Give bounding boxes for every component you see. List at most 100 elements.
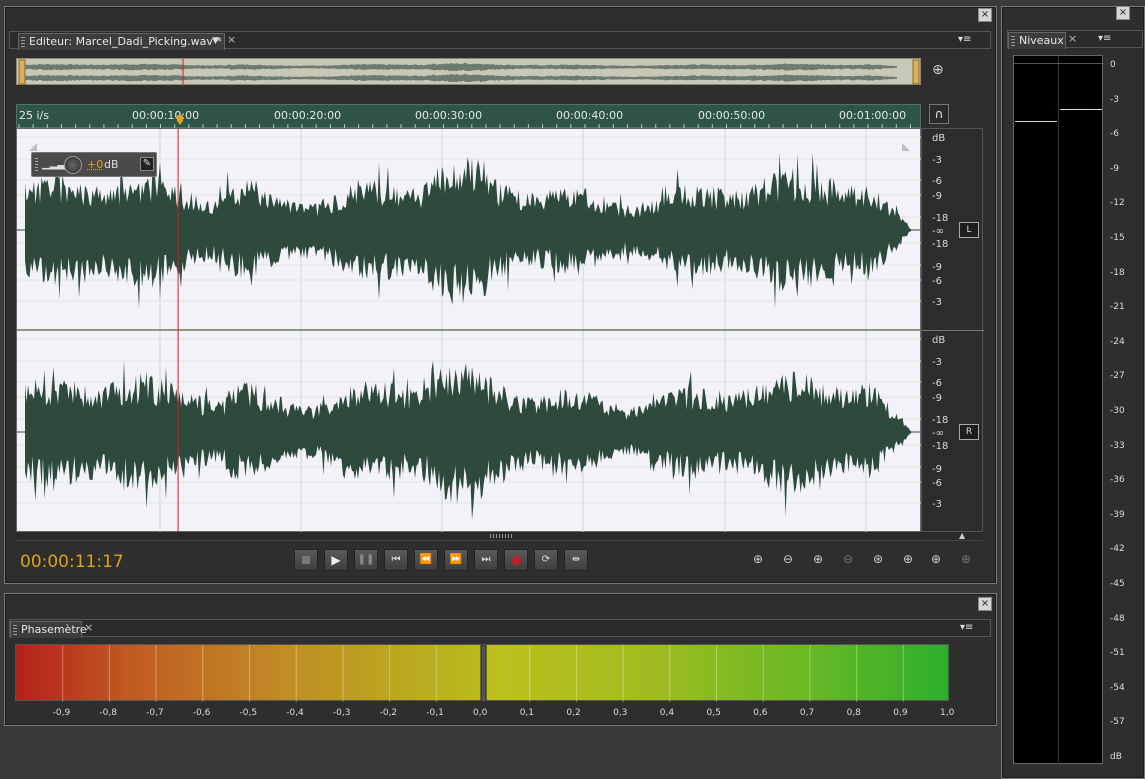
playhead-marker-icon[interactable] — [177, 115, 183, 125]
phase-tick-label: 0,9 — [893, 708, 908, 718]
zoom-out-amplitude-button[interactable]: ⊖ — [776, 552, 800, 570]
levels-tick-label: -15 — [1110, 233, 1125, 243]
db-tick-label: -18 — [932, 213, 949, 224]
peak-hold-left — [1015, 120, 1057, 122]
db-tick-label: -6 — [932, 478, 942, 489]
tab-grip-icon[interactable] — [13, 625, 17, 635]
phase-tick-label: -0,4 — [286, 708, 304, 718]
db-tick-label: -3 — [932, 297, 942, 308]
loop-button[interactable]: ⟳ — [534, 549, 558, 571]
phasemeter-tab-bar: Phasemètre × ▾≡ — [9, 619, 991, 638]
waveform-left-channel — [25, 152, 912, 309]
peak-hold-right — [1060, 109, 1102, 111]
channel-scale-divider — [922, 330, 984, 331]
fade-in-handle-icon[interactable] — [29, 143, 37, 151]
hud-volume-control[interactable]: ▁▂▃ +0 dB ✎ — [31, 152, 157, 177]
zoom-in-right-button[interactable]: ⊕ — [924, 552, 948, 570]
zoom-in-time-icon: ⊕ — [812, 552, 824, 566]
levels-top-line — [1014, 63, 1104, 64]
levels-meter — [1013, 55, 1104, 765]
levels-tick-label: -54 — [1110, 682, 1125, 693]
loop-icon: ⟳ — [541, 554, 551, 565]
stop-button[interactable] — [294, 549, 318, 571]
db-tick-label: -∞ — [932, 428, 944, 439]
rewind-icon: ⏪ — [419, 554, 433, 565]
db-tick-label: -18 — [932, 239, 949, 250]
scroll-grip-icon[interactable] — [490, 534, 512, 538]
fast-forward-icon: ⏩ — [449, 554, 463, 565]
levels-tick-label: -3 — [1110, 94, 1119, 105]
current-time-display[interactable]: 00:00:11:17 — [20, 552, 124, 572]
rewind-button[interactable]: ⏪ — [414, 549, 438, 571]
editor-tab-close-icon[interactable]: × — [227, 33, 236, 46]
phase-tick-label: 0,0 — [473, 708, 488, 718]
levels-tab-close-icon[interactable]: × — [1068, 32, 1077, 45]
db-tick-label: -9 — [932, 393, 942, 404]
levels-tab[interactable]: Niveaux — [1008, 32, 1066, 49]
play-button[interactable]: ▶ — [324, 549, 348, 571]
editor-panel-menu-icon[interactable]: ▾≡ — [958, 34, 971, 45]
zoom-navigator-icon[interactable]: ⊕ — [932, 62, 952, 82]
horizontal-scrollbar[interactable]: ▲ — [16, 531, 983, 541]
channel-left-toggle[interactable]: L — [959, 222, 979, 238]
scroll-up-icon[interactable]: ▲ — [959, 531, 965, 540]
overview-wave-shape — [25, 62, 897, 83]
db-tick-label: -18 — [932, 415, 949, 426]
phasemeter-tab[interactable]: Phasemètre — [10, 621, 87, 638]
overview-navigator[interactable] — [16, 58, 921, 86]
zoom-out-amplitude-icon: ⊖ — [782, 552, 794, 566]
go-to-start-button[interactable]: ⏮ — [384, 549, 408, 571]
volume-value[interactable]: +0 — [87, 158, 103, 171]
monitor-headphones-icon[interactable]: ∩ — [929, 104, 949, 124]
levels-tick-label: -30 — [1110, 406, 1125, 416]
levels-tick-label: -45 — [1110, 579, 1125, 589]
phasemeter-close-icon[interactable]: × — [978, 597, 992, 611]
hud-grip-icon[interactable] — [35, 158, 38, 172]
overview-left-handle[interactable] — [18, 59, 26, 85]
phasemeter-grid — [62, 645, 904, 702]
editor-tab[interactable]: Editeur: Marcel_Dadi_Picking.wav * ▼ — [18, 33, 225, 50]
phase-tick-label: -0,6 — [192, 708, 211, 718]
skip-selection-button[interactable]: ⇹ — [564, 549, 588, 571]
zoom-full-button[interactable]: ⊛ — [866, 552, 890, 570]
zoom-in-amplitude-icon: ⊕ — [752, 552, 764, 566]
zoom-in-left-button[interactable]: ⊕ — [896, 552, 920, 570]
overview-waveform — [18, 59, 920, 86]
levels-tick-label: -36 — [1110, 475, 1125, 486]
editor-file-dropdown-icon[interactable]: ▼ — [212, 34, 219, 49]
hud-pin-icon[interactable]: ✎ — [140, 157, 154, 171]
phasemeter-tab-close-icon[interactable]: × — [84, 621, 93, 634]
record-button[interactable] — [504, 549, 528, 571]
zoom-in-amplitude-button[interactable]: ⊕ — [746, 552, 770, 570]
go-to-start-icon: ⏮ — [391, 554, 401, 565]
waveform-canvas[interactable] — [16, 128, 922, 533]
phase-tick-label: 1,0 — [940, 708, 955, 718]
levels-tick-label: -18 — [1110, 267, 1125, 278]
editor-tab-bar: Editeur: Marcel_Dadi_Picking.wav * ▼ × ▾… — [9, 31, 991, 50]
phase-indicator — [480, 645, 487, 702]
zoom-in-time-button[interactable]: ⊕ — [806, 552, 830, 570]
phase-tick-label: -0,1 — [426, 708, 444, 718]
db-tick-label: -18 — [932, 441, 949, 452]
zoom-out-time-button[interactable]: ⊖ — [836, 552, 860, 570]
channel-right-toggle[interactable]: R — [959, 424, 979, 440]
db-tick-label: -3 — [932, 499, 942, 510]
fast-forward-button[interactable]: ⏩ — [444, 549, 468, 571]
phasemeter-panel-menu-icon[interactable]: ▾≡ — [960, 622, 973, 633]
phase-tick-label: 0,1 — [519, 708, 535, 718]
zoom-selection-button[interactable]: ⊕ — [954, 552, 978, 570]
levels-close-icon[interactable]: × — [1116, 6, 1130, 20]
editor-close-icon[interactable]: × — [978, 8, 992, 22]
go-to-end-button[interactable]: ⏭ — [474, 549, 498, 571]
levels-panel-menu-icon[interactable]: ▾≡ — [1098, 33, 1111, 44]
levels-tick-label: -39 — [1110, 509, 1125, 520]
phasemeter-tab-title: Phasemètre — [21, 623, 87, 636]
overview-right-handle[interactable] — [912, 59, 920, 85]
tab-grip-icon[interactable] — [1011, 36, 1015, 46]
fade-out-handle-icon[interactable] — [902, 143, 910, 151]
tab-grip-icon[interactable] — [21, 37, 25, 47]
volume-level-icon: ▁▂▃ — [42, 159, 66, 170]
time-ruler[interactable]: 25 i/s 00:00:10:00 00:00:20:00 00:00:30:… — [16, 104, 921, 129]
pause-button[interactable]: ❚❚ — [354, 549, 378, 571]
volume-knob[interactable] — [64, 156, 82, 174]
